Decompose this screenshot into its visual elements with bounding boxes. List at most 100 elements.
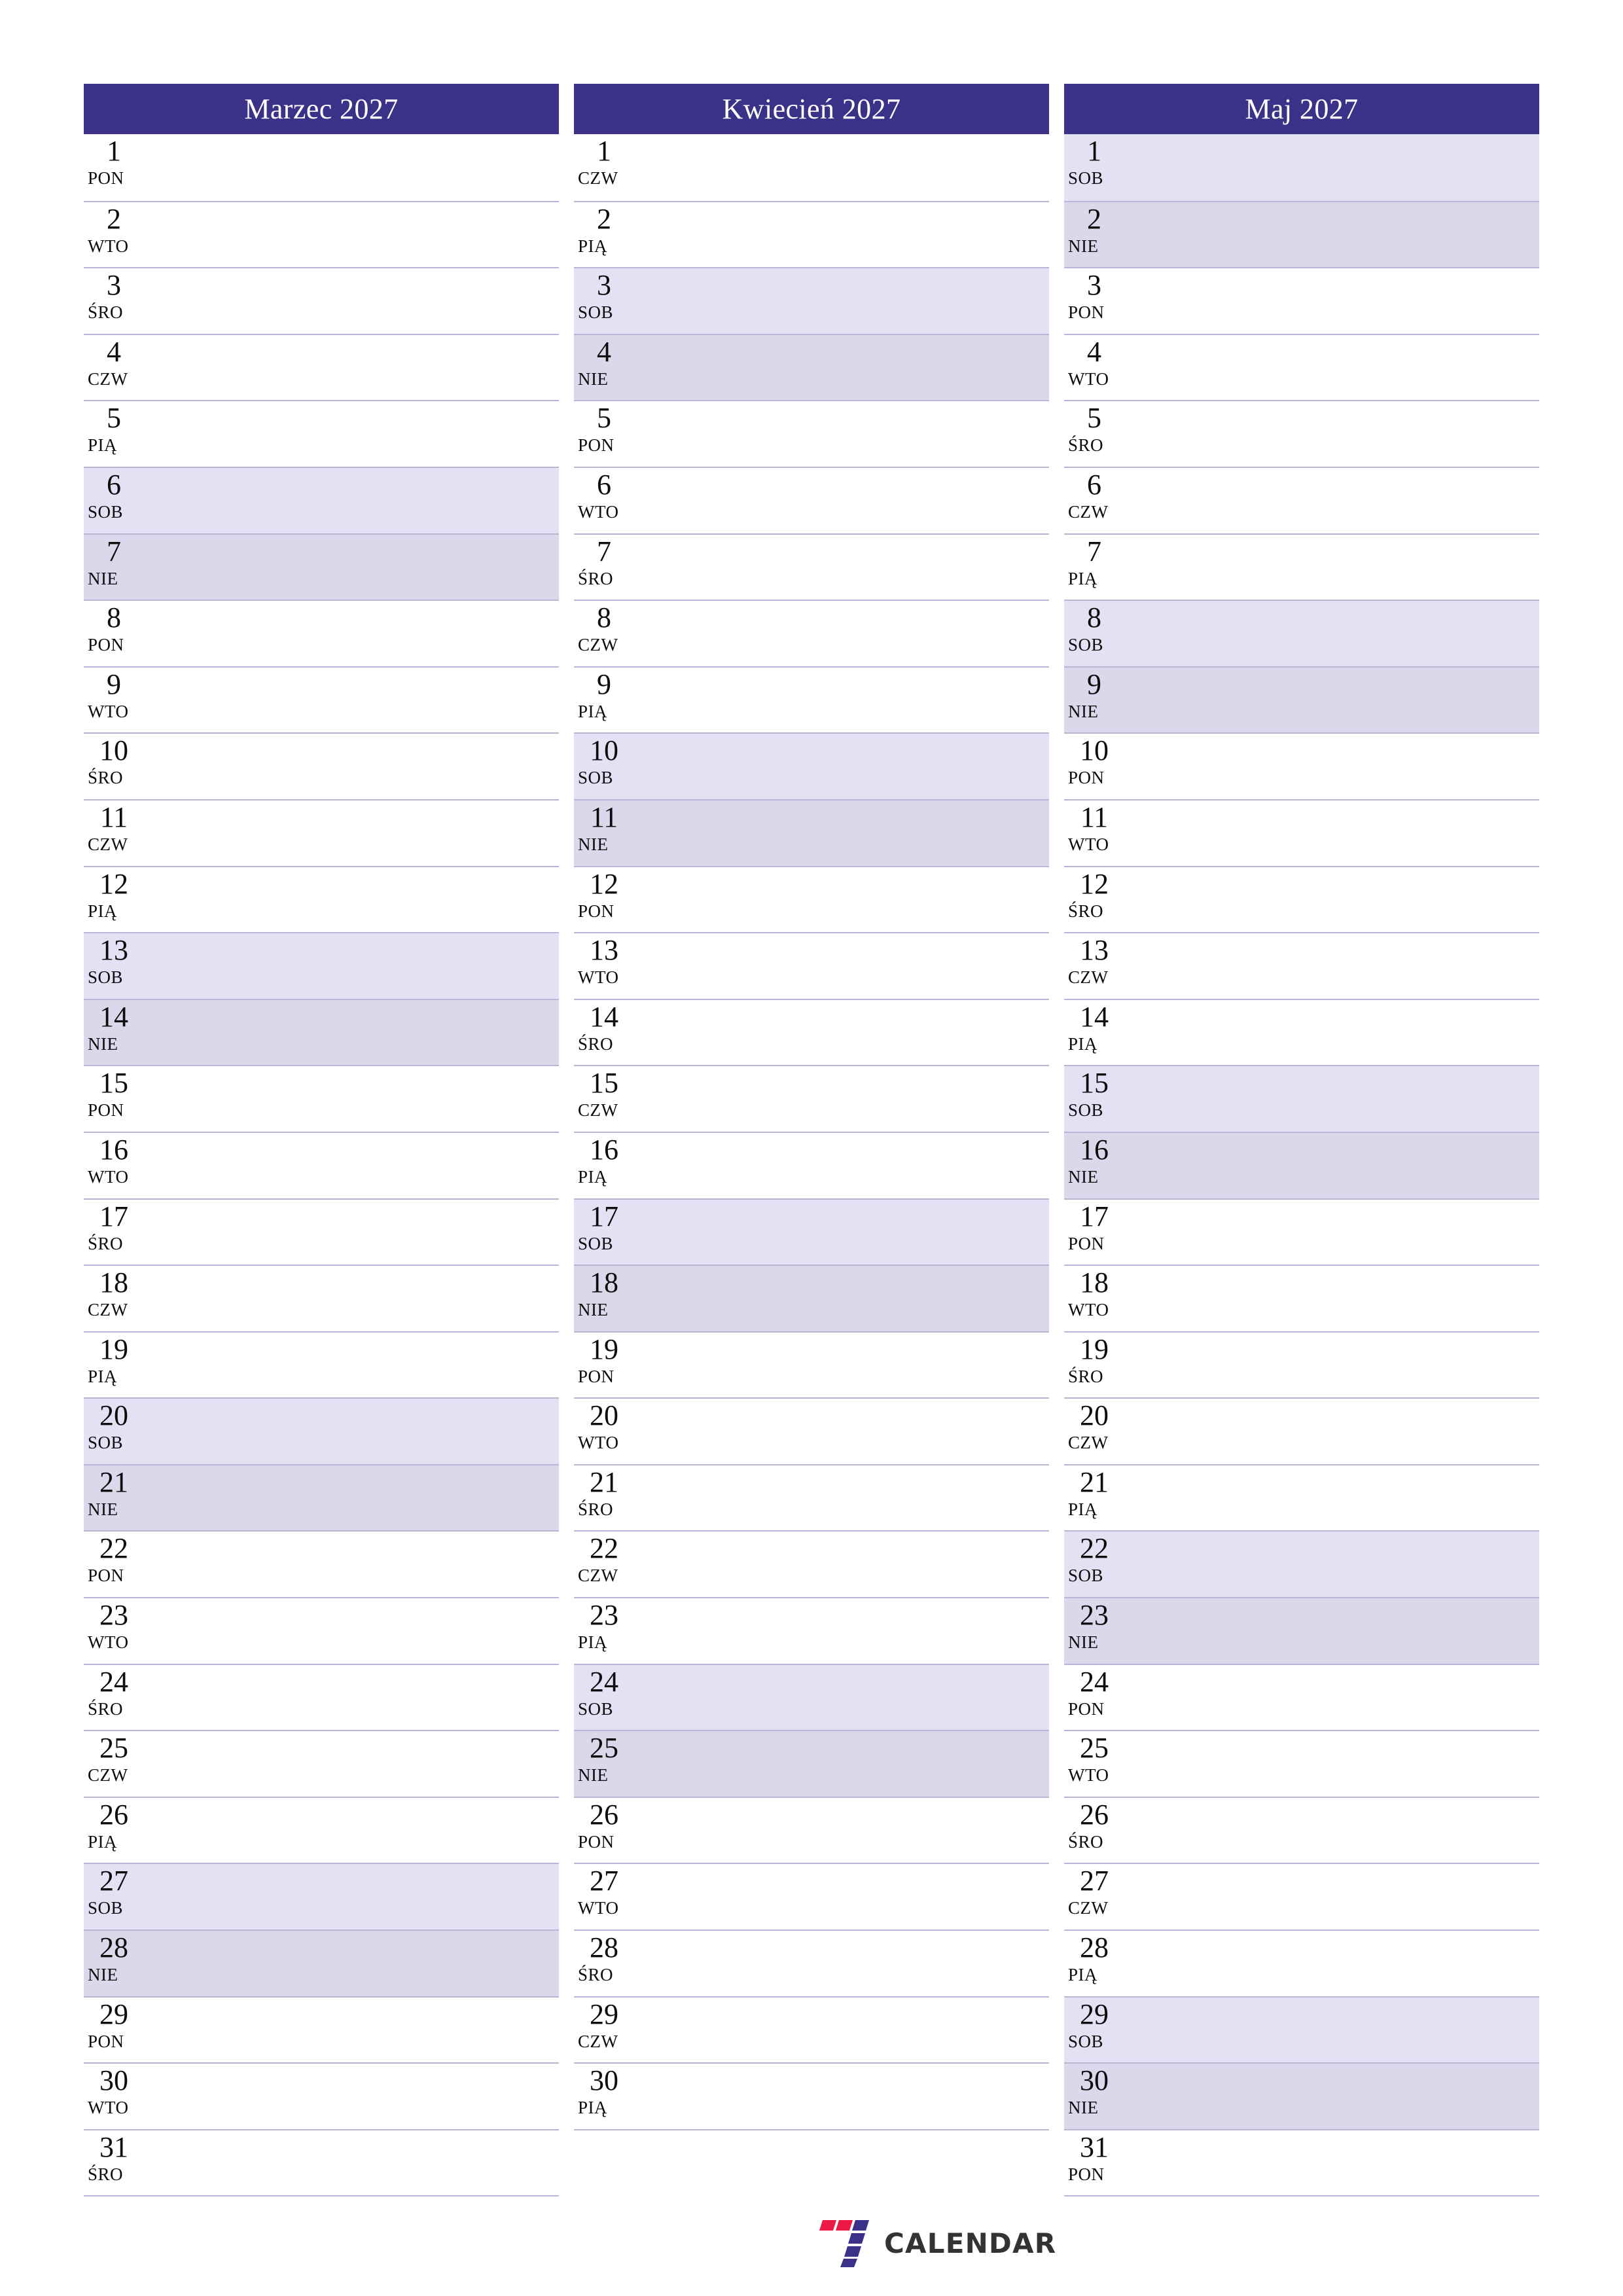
day-row[interactable]: 11 CZW (84, 798, 559, 866)
day-row[interactable]: 25 NIE (574, 1730, 1049, 1797)
day-row[interactable]: 21 NIE (84, 1463, 559, 1531)
day-row[interactable]: 7 ŚRO (574, 533, 1049, 600)
day-row[interactable]: 17 SOB (574, 1198, 1049, 1265)
day-row[interactable]: 2 NIE (1064, 200, 1539, 268)
day-row[interactable]: 30 PIĄ (574, 2062, 1049, 2129)
day-row[interactable]: 14 PIĄ (1064, 998, 1539, 1066)
day-row[interactable]: 6 WTO (574, 466, 1049, 533)
day-row[interactable]: 10 SOB (574, 732, 1049, 799)
day-number: 16 (99, 1133, 128, 1166)
day-row[interactable]: 21 PIĄ (1064, 1463, 1539, 1531)
day-row[interactable]: 25 CZW (84, 1730, 559, 1797)
day-row[interactable]: 11 WTO (1064, 798, 1539, 866)
day-row[interactable]: 16 NIE (1064, 1131, 1539, 1198)
day-row[interactable]: 11 NIE (574, 798, 1049, 866)
day-row[interactable]: 16 PIĄ (574, 1131, 1049, 1198)
day-row[interactable]: 15 PON (84, 1065, 559, 1132)
day-row[interactable]: 2 WTO (84, 200, 559, 268)
day-row[interactable]: 7 NIE (84, 533, 559, 600)
day-number: 22 (1080, 1532, 1109, 1565)
day-row[interactable]: 23 NIE (1064, 1597, 1539, 1664)
day-number: 24 (1080, 1665, 1109, 1698)
day-row[interactable]: 26 PIĄ (84, 1796, 559, 1863)
day-row[interactable]: 7 PIĄ (1064, 533, 1539, 600)
day-row[interactable]: 14 NIE (84, 998, 559, 1066)
day-row[interactable]: 9 NIE (1064, 666, 1539, 733)
day-row[interactable]: 29 PON (84, 1996, 559, 2063)
day-row[interactable]: 19 PIĄ (84, 1331, 559, 1398)
day-row[interactable]: 27 WTO (574, 1863, 1049, 1930)
day-row[interactable]: 21 ŚRO (574, 1463, 1049, 1531)
day-number: 24 (99, 1665, 128, 1698)
day-row[interactable]: 22 CZW (574, 1530, 1049, 1598)
day-row[interactable]: 23 PIĄ (574, 1597, 1049, 1664)
day-row[interactable]: 22 PON (84, 1530, 559, 1598)
day-row[interactable]: 12 PON (574, 865, 1049, 933)
day-weekday-abbr: CZW (578, 1100, 618, 1121)
day-row[interactable]: 1 CZW (574, 134, 1049, 201)
day-row[interactable]: 1 SOB (1064, 134, 1539, 201)
day-row[interactable]: 29 CZW (574, 1996, 1049, 2063)
day-row[interactable]: 3 ŚRO (84, 267, 559, 334)
day-row[interactable]: 27 CZW (1064, 1863, 1539, 1930)
day-row[interactable]: 20 SOB (84, 1397, 559, 1464)
day-row[interactable]: 18 NIE (574, 1265, 1049, 1331)
day-row[interactable]: 3 PON (1064, 267, 1539, 334)
day-row[interactable]: 24 ŚRO (84, 1663, 559, 1731)
day-row[interactable]: 8 PON (84, 600, 559, 666)
day-row[interactable]: 5 PIĄ (84, 400, 559, 467)
day-row[interactable]: 4 CZW (84, 333, 559, 401)
day-row[interactable]: 13 CZW (1064, 932, 1539, 999)
day-row[interactable]: 14 ŚRO (574, 998, 1049, 1066)
day-number: 28 (99, 1931, 128, 1964)
day-row[interactable]: 15 SOB (1064, 1065, 1539, 1132)
day-number: 16 (1080, 1133, 1109, 1166)
day-row[interactable]: 10 PON (1064, 732, 1539, 799)
day-row[interactable]: 12 PIĄ (84, 865, 559, 933)
day-row[interactable]: 13 WTO (574, 932, 1049, 999)
day-row[interactable]: 3 SOB (574, 267, 1049, 334)
day-row[interactable]: 9 PIĄ (574, 666, 1049, 733)
day-weekday-abbr: CZW (578, 1566, 618, 1586)
day-row[interactable]: 5 ŚRO (1064, 400, 1539, 467)
day-row[interactable]: 26 ŚRO (1064, 1796, 1539, 1863)
day-row[interactable]: 16 WTO (84, 1131, 559, 1198)
day-row[interactable]: 28 NIE (84, 1929, 559, 1996)
day-row[interactable]: 19 ŚRO (1064, 1331, 1539, 1398)
day-row[interactable]: 22 SOB (1064, 1530, 1539, 1598)
day-row[interactable]: 4 NIE (574, 333, 1049, 401)
day-row[interactable]: 17 ŚRO (84, 1198, 559, 1265)
day-row[interactable]: 15 CZW (574, 1065, 1049, 1132)
day-row[interactable]: 17 PON (1064, 1198, 1539, 1265)
day-row[interactable]: 20 CZW (1064, 1397, 1539, 1464)
day-row[interactable]: 9 WTO (84, 666, 559, 733)
day-row[interactable]: 30 WTO (84, 2062, 559, 2129)
day-row[interactable]: 28 ŚRO (574, 1929, 1049, 1996)
day-row[interactable]: 8 CZW (574, 600, 1049, 666)
day-row[interactable]: 26 PON (574, 1796, 1049, 1863)
day-row[interactable]: 31 ŚRO (84, 2128, 559, 2196)
day-row[interactable]: 6 CZW (1064, 466, 1539, 533)
day-row[interactable]: 5 PON (574, 400, 1049, 467)
day-row[interactable]: 6 SOB (84, 466, 559, 533)
day-row[interactable]: 13 SOB (84, 932, 559, 999)
day-row[interactable]: 18 CZW (84, 1265, 559, 1331)
day-row[interactable]: 19 PON (574, 1331, 1049, 1398)
day-row[interactable]: 1 PON (84, 134, 559, 201)
day-row[interactable]: 31 PON (1064, 2128, 1539, 2196)
day-row[interactable]: 12 ŚRO (1064, 865, 1539, 933)
day-row[interactable]: 29 SOB (1064, 1996, 1539, 2063)
day-row[interactable]: 18 WTO (1064, 1265, 1539, 1331)
day-row[interactable]: 8 SOB (1064, 600, 1539, 666)
day-row[interactable]: 28 PIĄ (1064, 1929, 1539, 1996)
day-row[interactable]: 20 WTO (574, 1397, 1049, 1464)
day-row[interactable]: 2 PIĄ (574, 200, 1049, 268)
day-row[interactable]: 4 WTO (1064, 333, 1539, 401)
day-row[interactable]: 25 WTO (1064, 1730, 1539, 1797)
day-row[interactable]: 27 SOB (84, 1863, 559, 1930)
day-row[interactable]: 30 NIE (1064, 2062, 1539, 2129)
day-row[interactable]: 23 WTO (84, 1597, 559, 1664)
day-row[interactable]: 10 ŚRO (84, 732, 559, 799)
day-row[interactable]: 24 PON (1064, 1663, 1539, 1731)
day-row[interactable]: 24 SOB (574, 1663, 1049, 1731)
